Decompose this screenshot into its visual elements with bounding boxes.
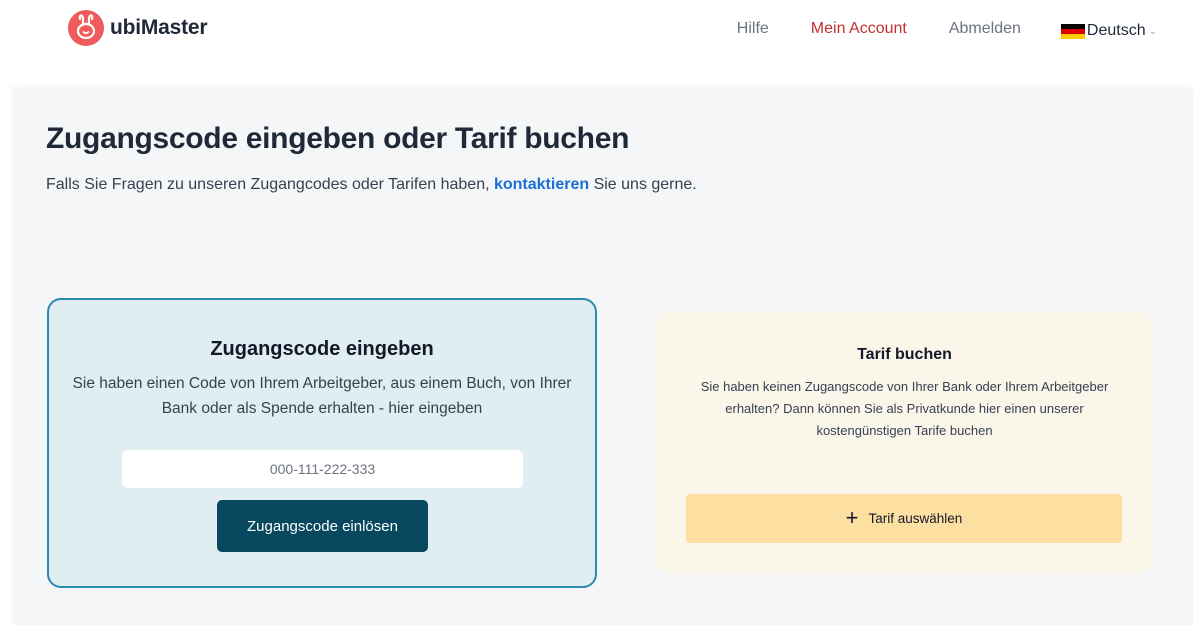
access-code-input[interactable] bbox=[122, 450, 523, 488]
access-code-card-description: Sie haben einen Code von Ihrem Arbeitgeb… bbox=[72, 375, 572, 417]
page-subtitle: Falls Sie Fragen zu unseren Zugangcodes … bbox=[46, 176, 697, 194]
chevron-down-icon: ⌄ bbox=[1148, 25, 1157, 37]
subtitle-text-after: Sie uns gerne. bbox=[589, 176, 697, 193]
select-tariff-label: Tarif auswählen bbox=[868, 511, 963, 526]
plus-icon: + bbox=[845, 504, 859, 530]
contact-link[interactable]: kontaktieren bbox=[494, 176, 589, 193]
language-label: Deutsch bbox=[1086, 22, 1146, 39]
brand-name: ubiMaster bbox=[110, 16, 208, 39]
access-code-card: Zugangscode eingeben Sie haben einen Cod… bbox=[47, 298, 597, 588]
redeem-access-code-button[interactable]: Zugangscode einlösen bbox=[217, 500, 428, 552]
book-tariff-card: Tarif buchen Sie haben keinen Zugangscod… bbox=[656, 312, 1153, 574]
rabbit-face-logo-icon bbox=[68, 10, 104, 46]
header: ubiMaster Hilfe Mein Account Abmelden De… bbox=[0, 0, 1193, 90]
subtitle-text-before: Falls Sie Fragen zu unseren Zugangcodes … bbox=[46, 176, 494, 193]
nav-help-link[interactable]: Hilfe bbox=[737, 20, 769, 38]
german-flag-icon bbox=[1060, 23, 1085, 39]
brand-logo[interactable]: ubiMaster bbox=[68, 10, 208, 46]
nav-logout-link[interactable]: Abmelden bbox=[949, 20, 1021, 38]
nav-my-account-link[interactable]: Mein Account bbox=[811, 20, 907, 38]
book-tariff-card-description: Sie haben keinen Zugangscode von Ihrer B… bbox=[700, 379, 1109, 438]
main-content: Zugangscode eingeben oder Tarif buchen F… bbox=[13, 90, 1193, 625]
select-tariff-button[interactable]: + Tarif auswählen bbox=[686, 494, 1122, 543]
language-selector[interactable]: Deutsch ⌄ bbox=[1060, 22, 1157, 40]
top-navigation: Hilfe Mein Account Abmelden Deutsch ⌄ bbox=[695, 20, 1157, 40]
access-code-card-title: Zugangscode eingeben bbox=[210, 338, 434, 360]
page-title: Zugangscode eingeben oder Tarif buchen bbox=[46, 122, 630, 155]
book-tariff-card-title: Tarif buchen bbox=[857, 346, 952, 363]
